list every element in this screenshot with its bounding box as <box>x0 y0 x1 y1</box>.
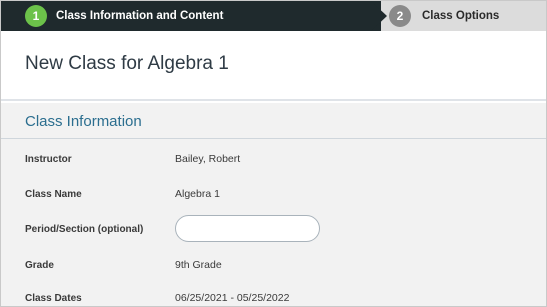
section-divider <box>1 138 546 139</box>
field-label: Class Name <box>25 188 82 200</box>
field-row-period-section: Period/Section (optional) <box>25 215 525 242</box>
class-name-value: Algebra 1 <box>175 188 220 200</box>
step-label: Class Options <box>422 10 500 22</box>
field-label: Period/Section (optional) <box>25 223 144 235</box>
step-number-badge: 2 <box>389 5 411 27</box>
wizard-stepper: 1 Class Information and Content 2 Class … <box>1 1 546 31</box>
grade-value: 9th Grade <box>175 259 222 271</box>
field-label: Instructor <box>25 153 72 165</box>
field-row-class-name: Class Name Algebra 1 <box>25 184 525 204</box>
step-label: Class Information and Content <box>56 10 224 22</box>
step-number-badge: 1 <box>25 5 47 27</box>
new-class-panel: 1 Class Information and Content 2 Class … <box>0 0 547 307</box>
page-title: New Class for Algebra 1 <box>25 53 229 74</box>
period-section-input[interactable] <box>175 215 320 242</box>
field-row-class-dates: Class Dates 06/25/2021 - 05/25/2022 <box>25 288 525 306</box>
class-information-section: Class Information Instructor Bailey, Rob… <box>1 103 546 306</box>
step-arrow <box>371 1 387 31</box>
class-dates-value: 06/25/2021 - 05/25/2022 <box>175 292 290 304</box>
field-label: Class Dates <box>25 292 82 304</box>
step-class-options[interactable]: 2 Class Options <box>381 1 546 31</box>
field-row-grade: Grade 9th Grade <box>25 255 525 275</box>
field-label: Grade <box>25 259 54 271</box>
instructor-value: Bailey, Robert <box>175 153 241 165</box>
title-header: New Class for Algebra 1 <box>1 31 546 101</box>
field-row-instructor: Instructor Bailey, Robert <box>25 149 525 169</box>
step-class-information[interactable]: 1 Class Information and Content <box>1 1 393 31</box>
section-title: Class Information <box>25 113 142 130</box>
